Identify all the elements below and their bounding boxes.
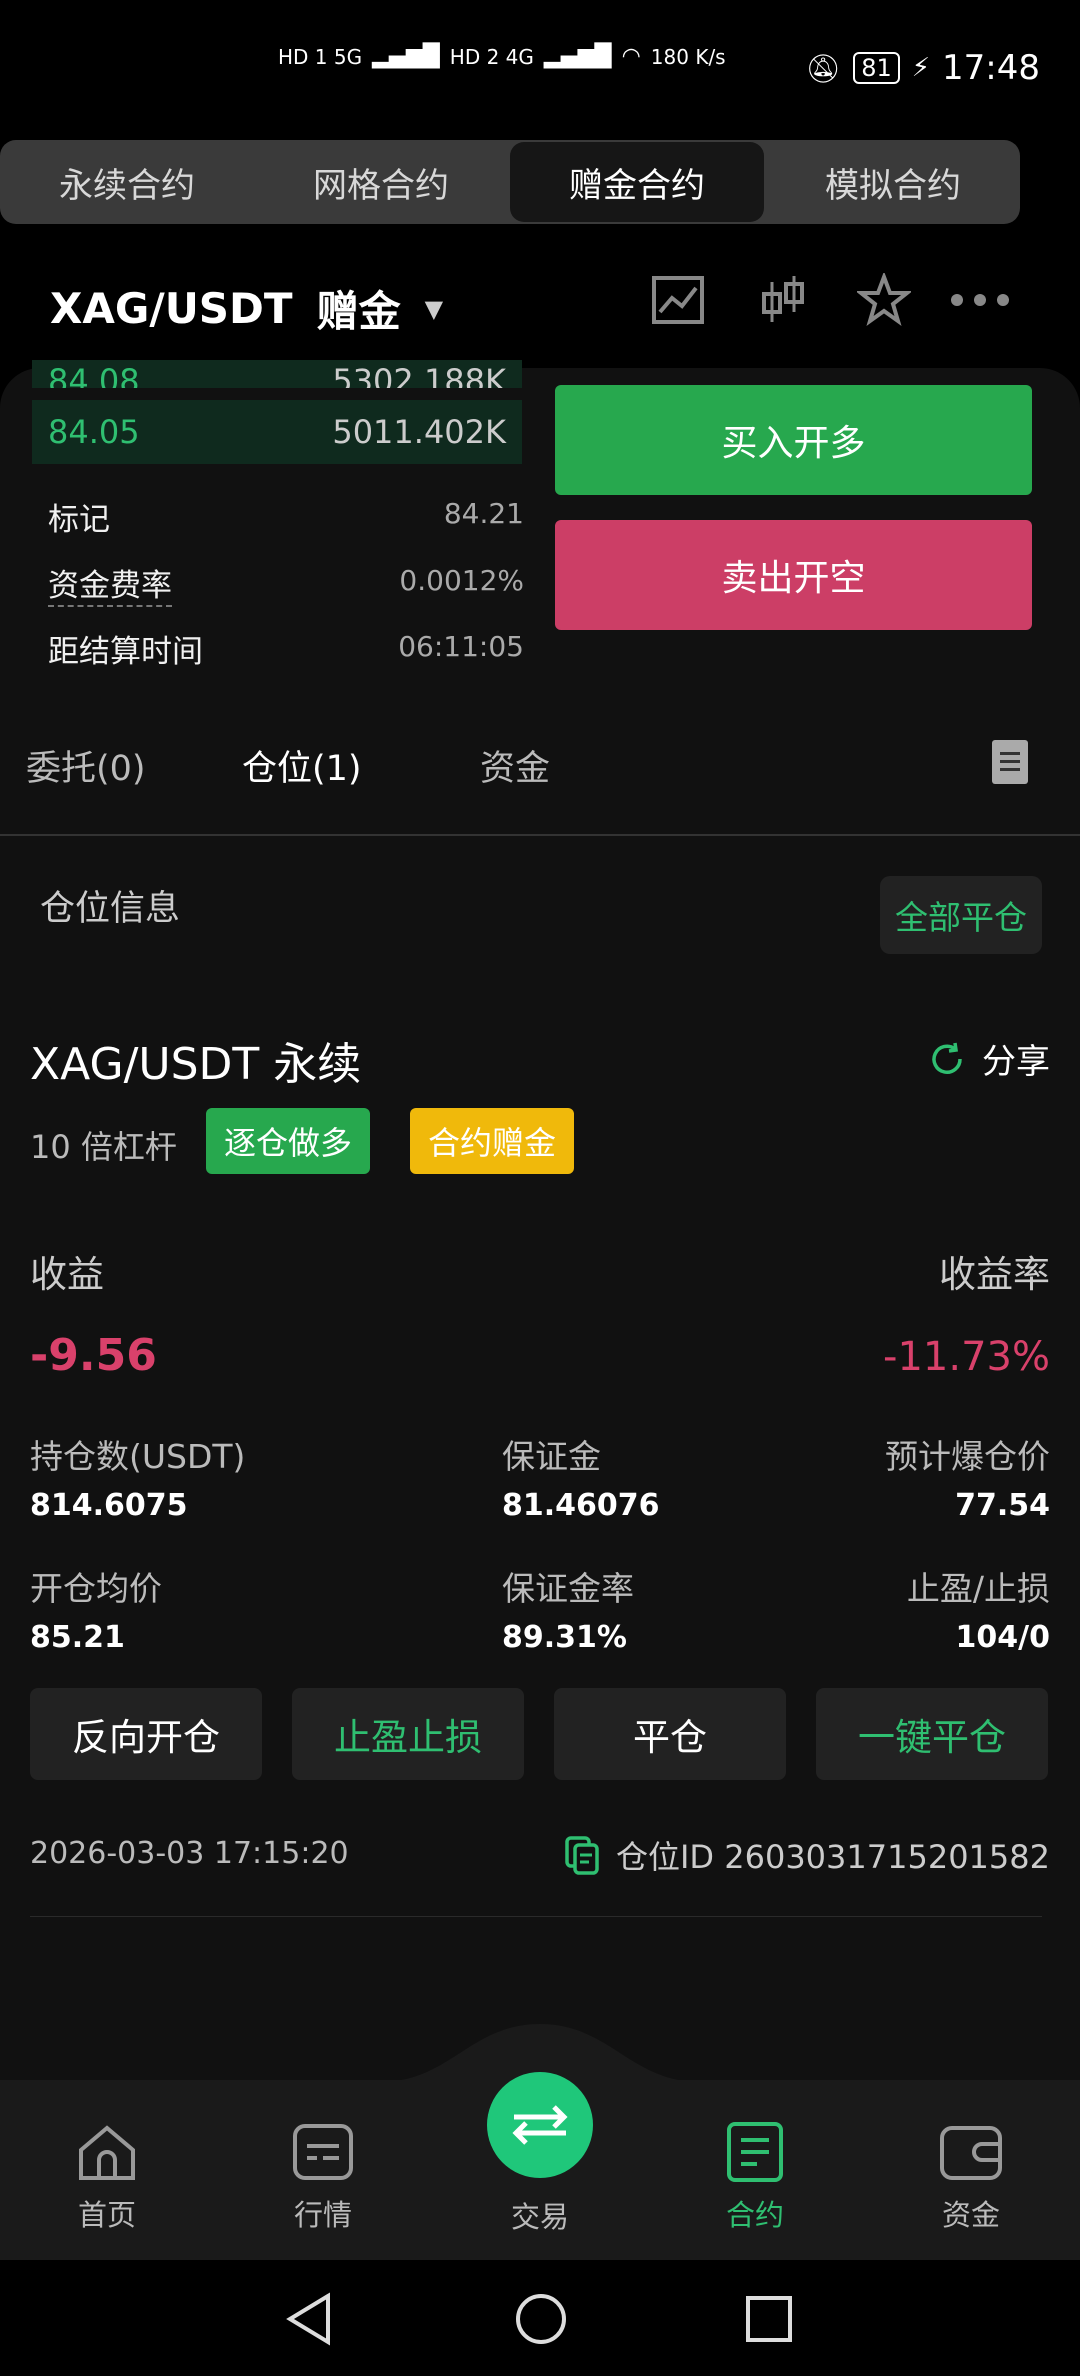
settlement-label: 距结算时间 <box>48 634 203 670</box>
nav-funds-label: 资金 <box>941 2198 1000 2232</box>
funding-rate-value: 0.0012% <box>399 564 524 597</box>
pnl-rate-value: -11.73% <box>883 1334 1050 1380</box>
entry-price-label: 开仓均价 <box>30 1569 162 1608</box>
ob-price: 84.08 <box>48 362 140 388</box>
system-nav-bar <box>0 2260 1080 2376</box>
close-all-button[interactable]: 全部平仓 <box>880 876 1042 954</box>
position-id-row[interactable]: 仓位ID 2603031715201582 <box>564 1832 1050 1878</box>
position-info-title: 仓位信息 <box>40 889 181 929</box>
nav-trade[interactable]: 交易 <box>465 2194 615 2236</box>
liq-price-value: 77.54 <box>955 1488 1050 1523</box>
reverse-open-button[interactable]: 反向开仓 <box>30 1688 262 1780</box>
nav-funds[interactable]: 资金 <box>896 2120 1046 2234</box>
tab-orders[interactable]: 委托(0) <box>26 740 146 791</box>
pnl-label: 收益 <box>30 1253 104 1296</box>
tab-bonus[interactable]: 赠金合约 <box>510 142 764 222</box>
share-refresh-icon <box>932 1042 962 1074</box>
divider <box>0 834 1080 836</box>
home-icon <box>79 2125 135 2180</box>
ob-price: 84.05 <box>48 413 140 451</box>
divider <box>30 1916 1042 1917</box>
battery-level: 81 <box>853 52 900 84</box>
more-icon[interactable] <box>950 270 1010 330</box>
bonus-tag: 合约赠金 <box>410 1108 575 1174</box>
candlestick-icon[interactable] <box>752 270 812 330</box>
tp-sl-value: 104/0 <box>955 1620 1050 1655</box>
settlement-value: 06:11:05 <box>398 630 524 663</box>
liq-price-label: 预计爆仓价 <box>885 1437 1050 1476</box>
nav-home[interactable]: 首页 <box>32 2120 182 2234</box>
share-label: 分享 <box>982 1042 1050 1082</box>
tab-grid[interactable]: 网格合约 <box>254 140 508 224</box>
swap-arrows-icon <box>512 2105 568 2145</box>
ob-amount: 5302.188K <box>332 362 506 388</box>
entry-price-value: 85.21 <box>30 1620 125 1655</box>
mark-value: 84.21 <box>443 497 524 530</box>
position-size-value: 814.6075 <box>30 1488 188 1523</box>
sell-short-button[interactable]: 卖出开空 <box>555 520 1032 630</box>
tab-simulated[interactable]: 模拟合约 <box>766 140 1020 224</box>
clock: 17:48 <box>942 48 1040 88</box>
position-size-label: 持仓数(USDT) <box>30 1437 246 1476</box>
mark-label: 标记 <box>48 502 110 538</box>
pair-suffix: 赠金 <box>316 287 401 336</box>
nav-home-label: 首页 <box>77 2198 136 2232</box>
tp-sl-button[interactable]: 止盈止损 <box>292 1688 524 1780</box>
copy-icon[interactable] <box>564 1835 600 1875</box>
position-timestamp: 2026-03-03 17:15:20 <box>30 1836 349 1871</box>
star-icon[interactable] <box>854 270 914 330</box>
wallet-icon <box>940 2126 1002 2180</box>
pair-symbol: XAG/USDT <box>50 284 293 333</box>
home-circle-icon[interactable] <box>514 2292 568 2346</box>
margin-label: 保证金 <box>502 1437 601 1476</box>
contract-icon <box>727 2122 783 2182</box>
recents-icon[interactable] <box>744 2294 794 2344</box>
one-click-close-button[interactable]: 一键平仓 <box>816 1688 1048 1780</box>
signal-bars-icon: ▂▄▆█ <box>372 44 440 69</box>
funding-rate-label[interactable]: 资金费率 <box>48 560 172 607</box>
tab-funds[interactable]: 资金 <box>480 740 550 791</box>
sim2-label: HD 2 4G <box>449 44 534 69</box>
leverage-label: 10 倍杠杆 <box>30 1128 177 1166</box>
nav-trade-label: 交易 <box>510 2200 569 2234</box>
tab-positions[interactable]: 仓位(1) <box>242 740 362 791</box>
list-icon[interactable] <box>992 740 1028 784</box>
status-bar: HD 1 5G ▂▄▆█ HD 2 4G ▂▄▆█ ◠ 180 K/s 🔕︎ 8… <box>0 0 1080 140</box>
pnl-rate-label: 收益率 <box>939 1253 1050 1296</box>
caret-down-icon: ▼ <box>424 294 444 323</box>
position-symbol: XAG/USDT 永续 <box>30 1039 362 1090</box>
isolated-long-tag: 逐仓做多 <box>206 1108 371 1174</box>
tab-perpetual[interactable]: 永续合约 <box>0 140 254 224</box>
trade-button[interactable] <box>487 2072 593 2178</box>
position-id: 仓位ID 2603031715201582 <box>615 1838 1050 1876</box>
orderbook-row[interactable]: 84.05 5011.402K <box>32 400 522 464</box>
nav-contract[interactable]: 合约 <box>680 2120 830 2234</box>
nav-market-label: 行情 <box>293 2198 352 2232</box>
network-indicators: HD 1 5G ▂▄▆█ HD 2 4G ▂▄▆█ ◠ 180 K/s <box>278 44 726 69</box>
nav-contract-label: 合约 <box>725 2198 784 2232</box>
chart-icon[interactable] <box>648 270 708 330</box>
signal-bars-icon: ▂▄▆█ <box>543 44 612 69</box>
buy-long-button[interactable]: 买入开多 <box>555 385 1032 495</box>
contract-tabs: 永续合约 网格合约 赠金合约 模拟合约 <box>0 140 1020 224</box>
wifi-icon: ◠ <box>621 44 641 69</box>
margin-ratio-value: 89.31% <box>502 1620 627 1655</box>
sim1-label: HD 1 5G <box>278 44 363 69</box>
back-icon[interactable] <box>284 2292 334 2346</box>
status-right: 🔕︎ 81 ⚡ 17:48 <box>806 48 1040 88</box>
share-button[interactable]: 分享 <box>928 1034 1050 1083</box>
pnl-value: -9.56 <box>30 1330 157 1381</box>
charging-icon: ⚡ <box>911 53 931 83</box>
tp-sl-label: 止盈/止损 <box>906 1569 1050 1608</box>
close-position-button[interactable]: 平仓 <box>554 1688 786 1780</box>
net-speed: 180 K/s <box>650 44 726 69</box>
margin-ratio-label: 保证金率 <box>502 1569 634 1608</box>
ob-amount: 5011.402K <box>332 413 506 451</box>
nav-market[interactable]: 行情 <box>248 2120 398 2234</box>
mute-bell-icon: 🔕︎ <box>805 51 842 85</box>
market-icon <box>293 2124 353 2180</box>
orderbook-row[interactable]: 84.08 5302.188K <box>32 360 522 388</box>
pair-selector[interactable]: XAG/USDT 赠金 ▼ <box>50 278 443 339</box>
margin-value: 81.46076 <box>502 1488 660 1523</box>
